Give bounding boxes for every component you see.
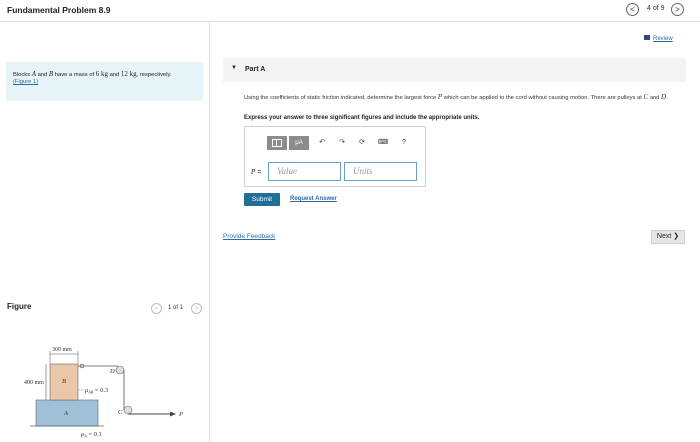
question-segment: . xyxy=(666,95,668,101)
pulley-C xyxy=(123,405,133,415)
pulley-D xyxy=(115,365,125,375)
question-text: Using the coefficients of static frictio… xyxy=(244,93,684,103)
panel-divider xyxy=(209,22,210,442)
mu-AB-label: μAB = 0.3 xyxy=(85,387,108,395)
problem-text: Blocks xyxy=(13,72,32,78)
mass-A: 6 kg xyxy=(95,70,108,78)
pulley-C-label: C xyxy=(118,409,123,416)
top-bar: Fundamental Problem 8.9 < 4 of 9 > xyxy=(0,0,700,22)
figure-prev-button[interactable]: < xyxy=(151,303,162,314)
answer-instructions: Express your answer to three significant… xyxy=(244,115,480,121)
equals-sign: = xyxy=(255,169,262,176)
page-count: 4 of 9 xyxy=(647,5,665,12)
block-B-label: B xyxy=(62,378,66,385)
block-A-label: A xyxy=(63,410,68,417)
question-segment: Using the coefficients of static frictio… xyxy=(244,95,438,101)
force-P-label: P xyxy=(178,411,183,418)
reset-icon[interactable]: ⟳ xyxy=(357,136,367,150)
review-link[interactable]: Review xyxy=(644,35,673,42)
help-icon[interactable]: ? xyxy=(399,136,409,150)
provide-feedback-link[interactable]: Provide Feedback xyxy=(223,233,275,240)
mu-A-label: μA = 0.1 xyxy=(81,431,102,439)
answer-variable-label: P = xyxy=(251,168,261,176)
figure-diagram: 300 mm 400 mm A B D C P μAB = 0.3 μA = 0… xyxy=(0,330,209,442)
problem-text: and xyxy=(35,72,49,78)
figure-title: Figure xyxy=(7,302,32,311)
force-P-arrow xyxy=(170,411,176,417)
redo-icon[interactable]: ↷ xyxy=(337,136,347,150)
height-label: 400 mm xyxy=(24,380,44,386)
figure-link[interactable]: (Figure 1) xyxy=(13,79,38,85)
units-symbol-button[interactable]: μA xyxy=(289,136,309,150)
figure-count: 1 of 1 xyxy=(168,305,184,311)
figure-next-button[interactable]: > xyxy=(191,303,202,314)
width-label: 300 mm xyxy=(52,347,72,353)
answer-box: μA ↶ ↷ ⟳ ⌨ ? P = Value Units xyxy=(244,126,426,187)
page-title: Fundamental Problem 8.9 xyxy=(7,5,111,15)
problem-statement: Blocks A and B have a mass of 6 kg and 1… xyxy=(6,62,203,101)
prev-problem-button[interactable]: < xyxy=(626,3,639,16)
problem-text: , respectively. xyxy=(136,72,172,78)
pulley-D-label: D xyxy=(109,368,115,375)
value-input[interactable]: Value xyxy=(268,162,341,181)
review-icon xyxy=(644,35,650,40)
templates-icon xyxy=(272,139,282,147)
question-segment: and xyxy=(648,95,662,101)
blocks-pulley-diagram: 300 mm 400 mm A B D C P μAB = 0.3 μA = 0… xyxy=(24,347,183,439)
problem-text: and xyxy=(107,72,121,78)
question-segment: which can be applied to the cord without… xyxy=(442,95,644,101)
templates-button[interactable] xyxy=(267,136,287,150)
cord-anchor xyxy=(79,363,85,369)
request-answer-link[interactable]: Request Answer xyxy=(290,196,337,202)
review-label: Review xyxy=(653,36,673,42)
collapse-caret-icon[interactable]: ▼ xyxy=(231,65,237,71)
undo-icon[interactable]: ↶ xyxy=(317,136,327,150)
mass-B: 12 kg xyxy=(120,70,137,78)
next-button[interactable]: Next ❯ xyxy=(651,230,685,244)
submit-button[interactable]: Submit xyxy=(244,193,280,206)
units-input[interactable]: Units xyxy=(344,162,417,181)
part-a-header[interactable]: ▼ Part A xyxy=(223,58,686,82)
next-problem-button[interactable]: > xyxy=(671,3,684,16)
keyboard-icon[interactable]: ⌨ xyxy=(377,136,389,150)
problem-text: have a mass of xyxy=(53,72,96,78)
part-title: Part A xyxy=(245,66,266,73)
